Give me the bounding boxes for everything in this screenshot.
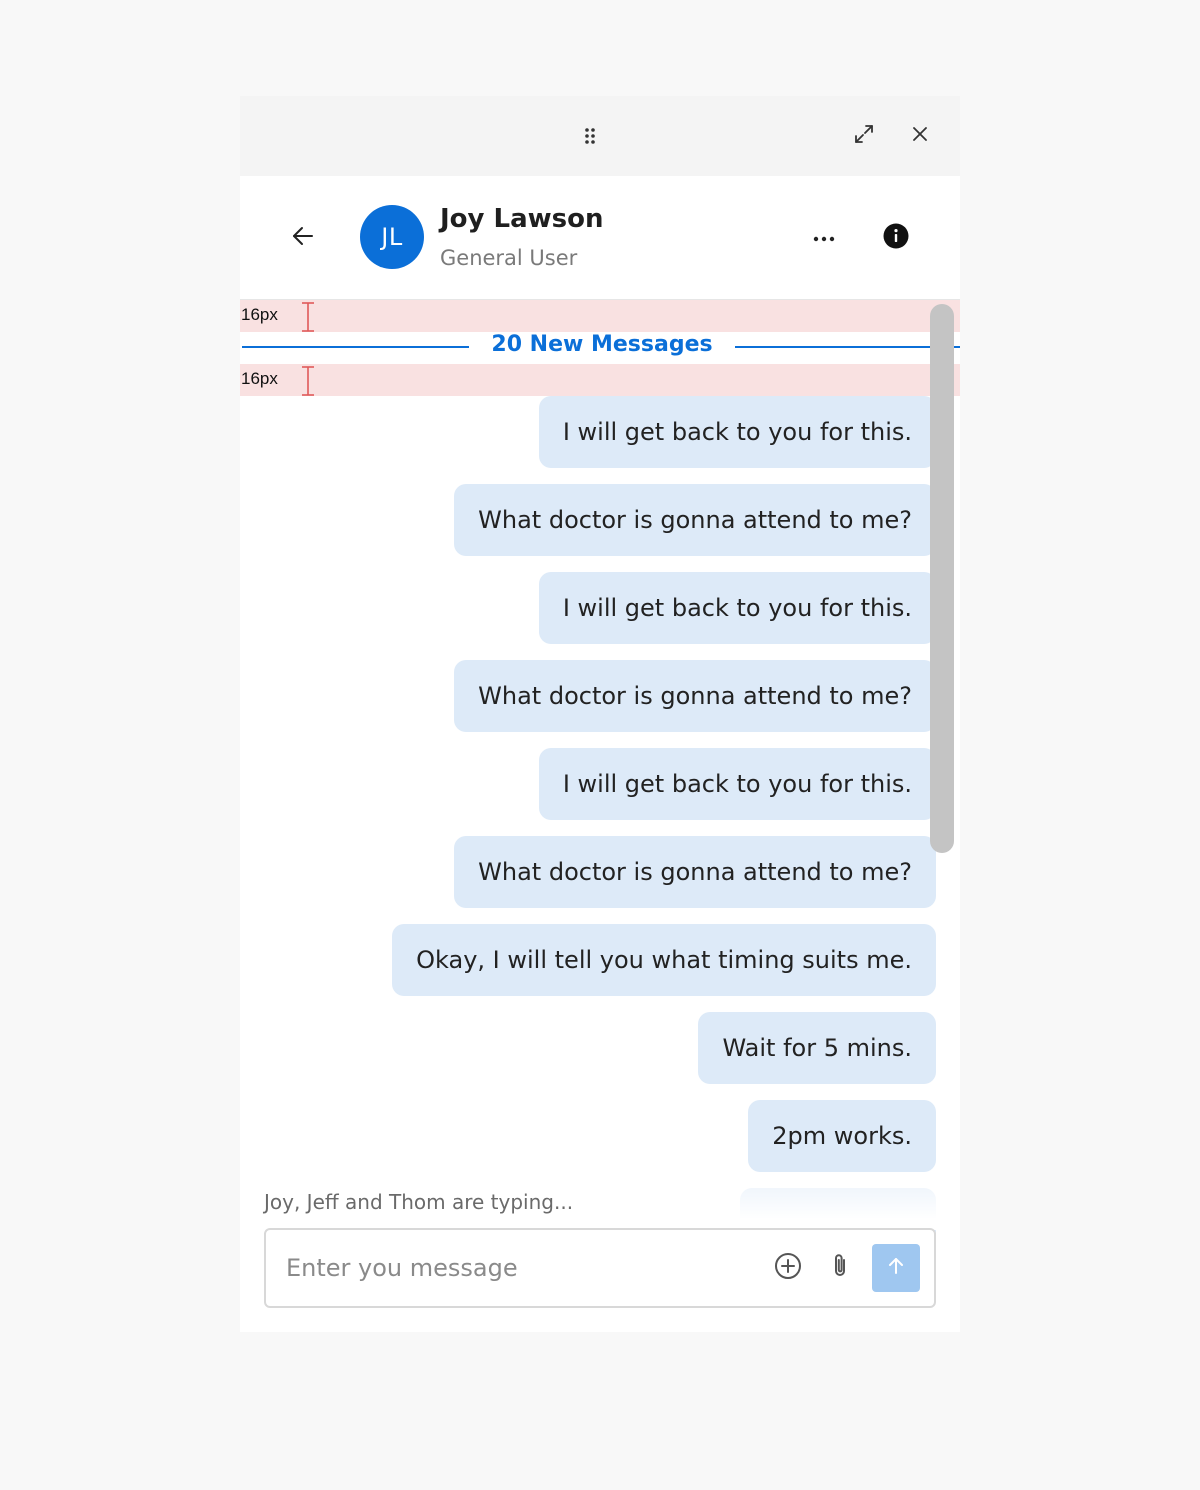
message-bubble[interactable]: What doctor is gonna attend to me? [454, 660, 936, 732]
expand-button[interactable] [850, 122, 878, 150]
conversation-header: JL Joy Lawson General User [240, 176, 960, 300]
message-bubble[interactable]: 2pm works. [748, 1100, 936, 1172]
message-composer [264, 1228, 936, 1308]
arrow-up-icon [886, 1256, 906, 1280]
arrow-left-icon [290, 223, 316, 253]
message-input[interactable] [286, 1244, 746, 1292]
plus-circle-icon [774, 1252, 802, 1284]
spacing-annotation: 16px [240, 364, 960, 396]
attach-button[interactable] [826, 1252, 854, 1284]
new-messages-divider[interactable]: 20 New Messages [469, 332, 735, 357]
drag-handle-icon[interactable] [582, 126, 598, 146]
scroll-fade [620, 1186, 960, 1230]
divider-line-right [735, 346, 960, 348]
spacing-label: 16px [241, 369, 278, 388]
contact-role: General User [440, 246, 578, 270]
close-icon [911, 125, 929, 147]
info-button[interactable] [881, 223, 911, 253]
expand-icon [853, 123, 875, 149]
close-button[interactable] [906, 122, 934, 150]
send-button[interactable] [872, 1244, 920, 1292]
spacing-label: 16px [241, 305, 278, 324]
message-bubble[interactable]: I will get back to you for this. [538, 572, 936, 644]
paperclip-icon [830, 1252, 850, 1284]
spacing-marker-icon [300, 302, 316, 332]
window-bar [240, 96, 960, 176]
message-bubble[interactable]: What doctor is gonna attend to me? [454, 836, 936, 908]
divider-line-left [242, 346, 469, 348]
more-options-button[interactable] [806, 221, 842, 253]
more-horizontal-icon [812, 228, 836, 247]
add-button[interactable] [772, 1252, 804, 1284]
message-bubble[interactable]: What doctor is gonna attend to me? [454, 484, 936, 556]
scrollbar[interactable] [930, 304, 954, 853]
back-button[interactable] [288, 223, 318, 253]
message-bubble[interactable]: Wait for 5 mins. [698, 1012, 936, 1084]
info-icon [883, 223, 909, 253]
contact-name: Joy Lawson [440, 204, 604, 234]
message-bubble[interactable]: Okay, I will tell you what timing suits … [392, 924, 936, 996]
typing-indicator: Joy, Jeff and Thom are typing... [264, 1190, 574, 1214]
spacing-marker-icon [300, 366, 316, 396]
spacing-annotation: 16px [240, 300, 960, 332]
message-bubble[interactable]: I will get back to you for this. [538, 396, 936, 468]
avatar[interactable]: JL [360, 205, 424, 269]
chat-window: JL Joy Lawson General User 16px 20 New M… [240, 96, 960, 1332]
message-bubble[interactable]: I will get back to you for this. [538, 748, 936, 820]
